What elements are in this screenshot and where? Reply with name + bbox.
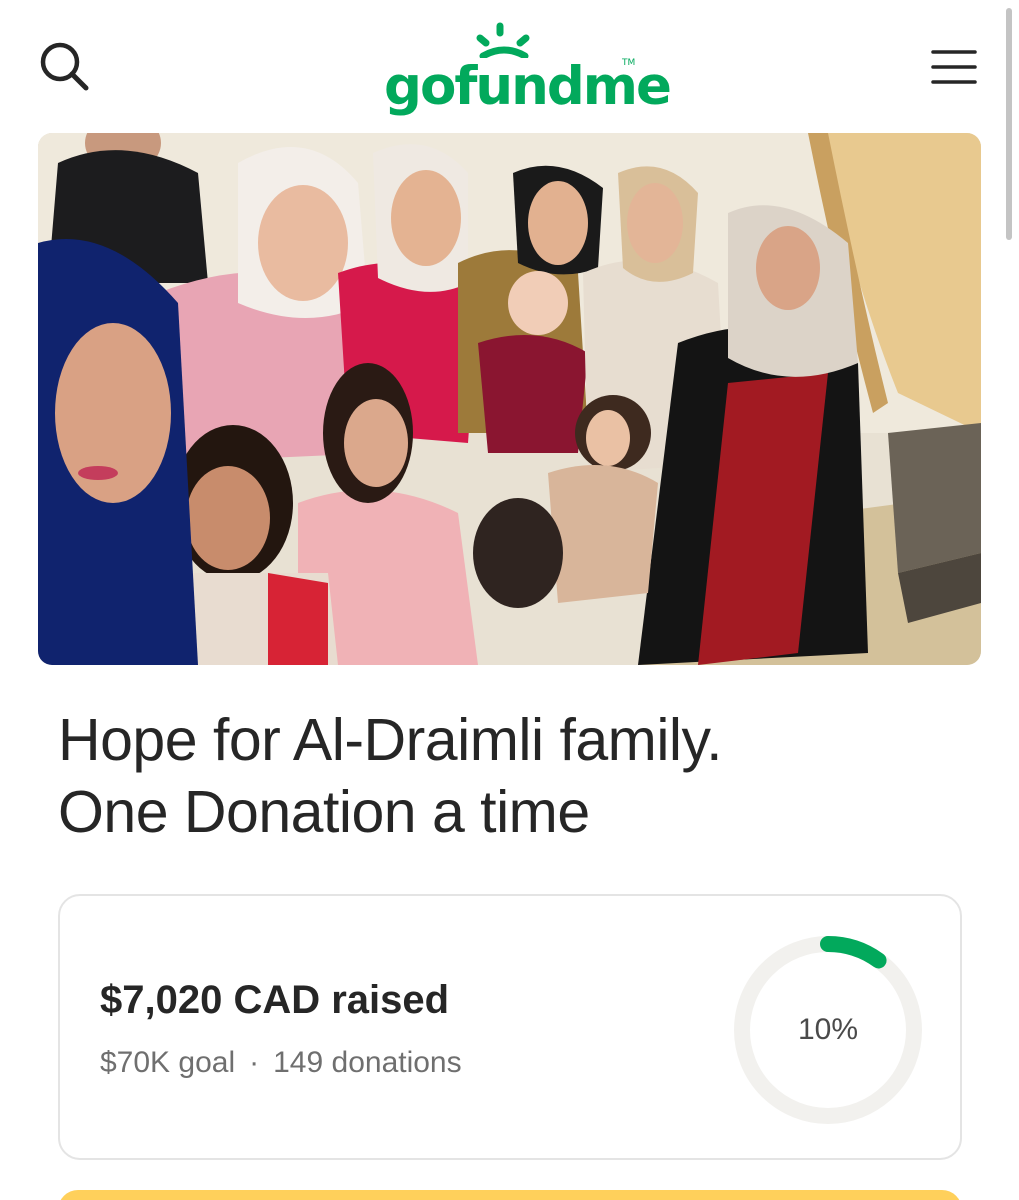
donate-button[interactable] (58, 1190, 962, 1200)
campaign-title: Hope for Al-Draimli family. One Donation… (58, 704, 958, 848)
page: gofundme TM Hope for Al-Draimli family. … (0, 0, 1019, 1200)
campaign-title-line-1: Hope for Al-Draimli family. (58, 707, 723, 773)
amount-raised: $7,020 CAD raised (100, 978, 450, 1022)
search-icon (40, 42, 89, 91)
search-button[interactable] (36, 38, 96, 98)
donation-count: 149 donations (273, 1046, 462, 1079)
gofundme-logo[interactable]: gofundme TM (380, 18, 672, 118)
hamburger-menu-icon (931, 50, 977, 84)
progress-ring: 10% (730, 932, 926, 1128)
goal-amount: $70K goal (100, 1046, 236, 1079)
logo-trademark: TM (622, 58, 636, 68)
goal-and-donations: $70K goal · 149 donations (100, 1046, 462, 1080)
separator-dot: · (249, 1046, 260, 1079)
campaign-title-line-2: One Donation a time (58, 779, 590, 845)
header: gofundme TM (0, 0, 1019, 125)
progress-percent: 10% (797, 1013, 859, 1046)
progress-card[interactable]: $7,020 CAD raised $70K goal · 149 donation… (58, 894, 962, 1160)
menu-button[interactable] (924, 42, 984, 92)
family-photo (38, 133, 981, 665)
campaign-hero-image[interactable] (38, 133, 981, 665)
sunburst-icon (476, 22, 530, 58)
